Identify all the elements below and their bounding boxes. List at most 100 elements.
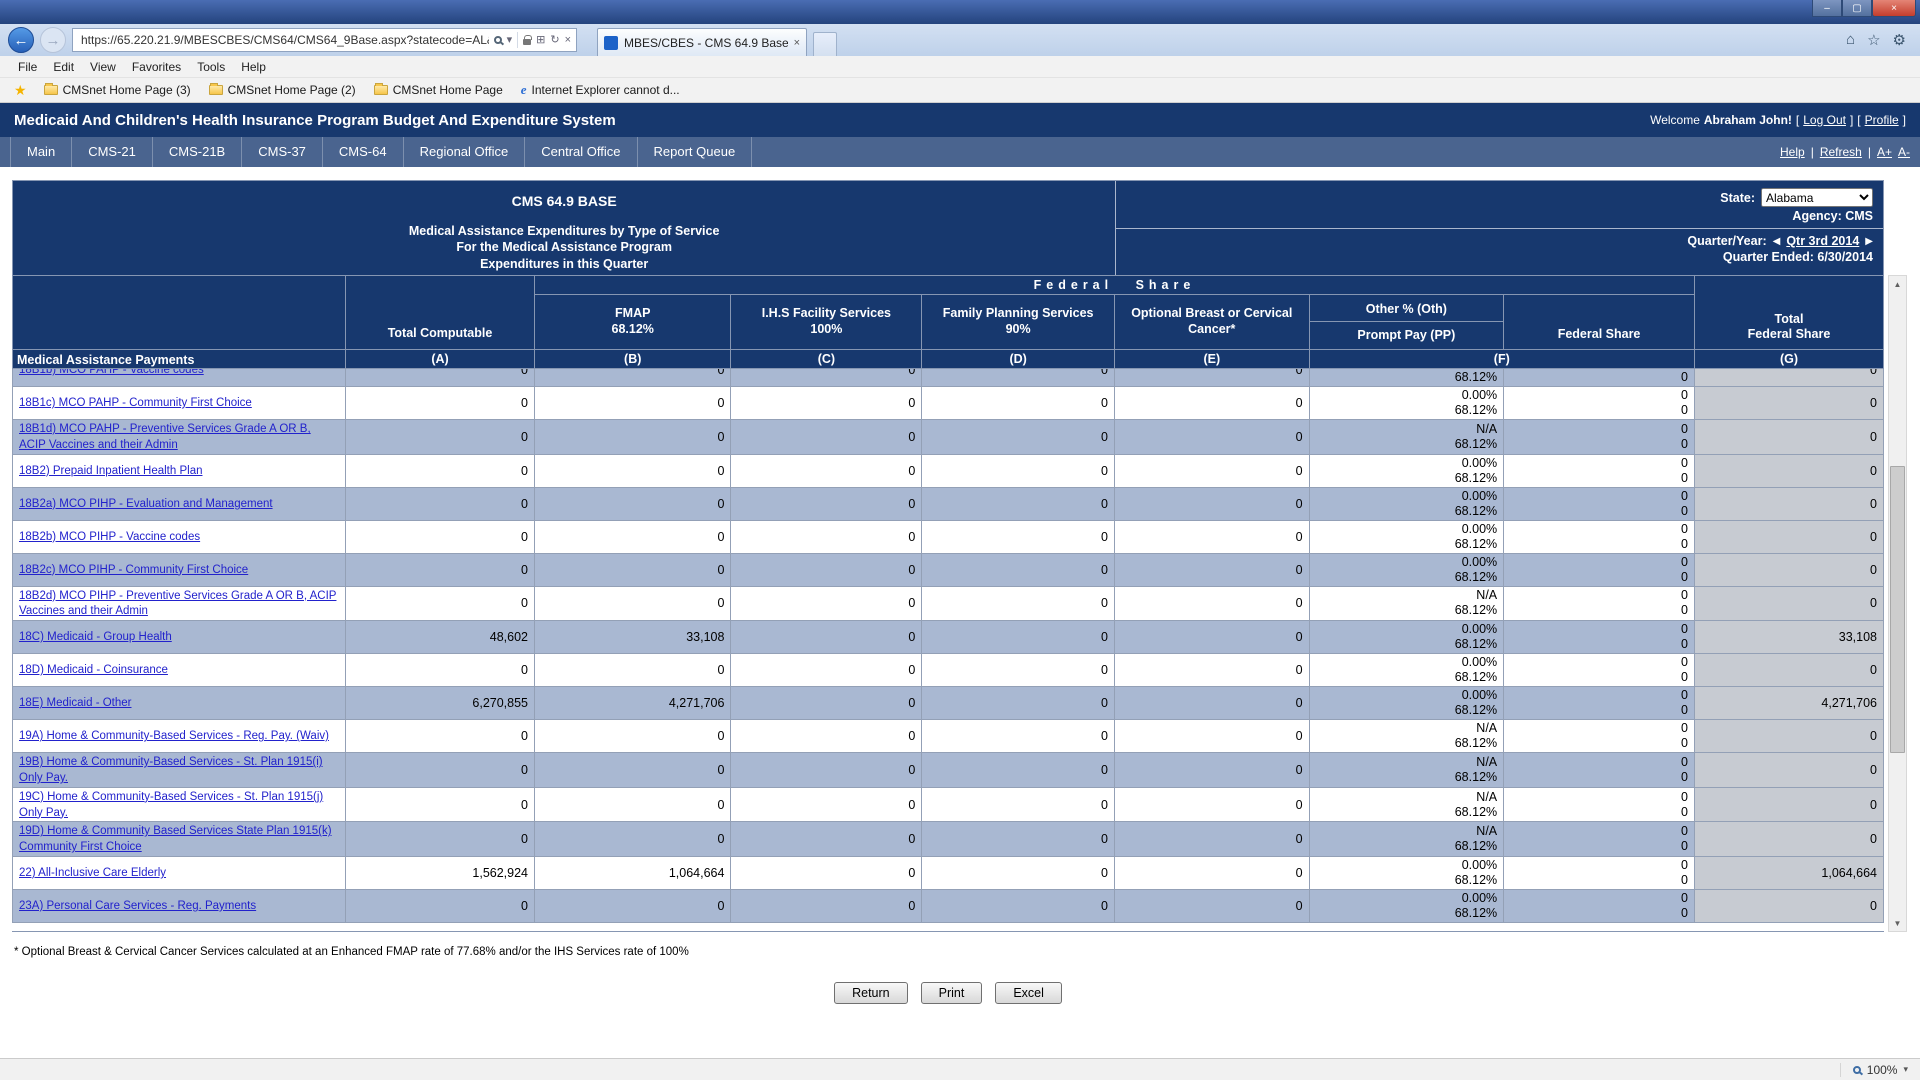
row-link[interactable]: 18B2a) MCO PIHP - Evaluation and Managem… bbox=[19, 498, 273, 510]
menu-item[interactable]: Edit bbox=[45, 58, 82, 76]
scroll-down-icon[interactable]: ▼ bbox=[1889, 915, 1906, 931]
nav-item-central-office[interactable]: Central Office bbox=[525, 137, 637, 167]
cell-federal-share: 00 bbox=[1504, 720, 1695, 753]
font-decrease-link[interactable]: A- bbox=[1898, 145, 1910, 159]
security-lock-icon[interactable] bbox=[523, 39, 531, 45]
home-icon[interactable]: ⌂ bbox=[1846, 31, 1855, 49]
url-text[interactable]: https://65.220.21.9/MBESCBES/CMS64/CMS64… bbox=[81, 33, 489, 47]
scrollbar-thumb[interactable] bbox=[1890, 466, 1905, 753]
stop-icon[interactable]: × bbox=[565, 35, 571, 46]
col-letter-c: (C) bbox=[731, 350, 922, 369]
row-link[interactable]: 18E) Medicaid - Other bbox=[19, 697, 132, 709]
menu-item[interactable]: File bbox=[10, 58, 45, 76]
cell-b: 0 bbox=[535, 787, 731, 822]
browser-tab[interactable]: MBES/CBES - CMS 64.9 Base × bbox=[597, 28, 807, 56]
row-label-cell: 18B1b) MCO PAHP - Vaccine codes bbox=[13, 369, 346, 387]
cell-c: 0 bbox=[731, 889, 922, 922]
favorites-item-label: CMSnet Home Page (3) bbox=[63, 83, 191, 97]
row-link[interactable]: 19C) Home & Community-Based Services - S… bbox=[19, 791, 323, 819]
favorites-star-icon[interactable]: ☆ bbox=[1867, 31, 1880, 49]
scrollbar-track[interactable] bbox=[1889, 292, 1906, 915]
report-title: CMS 64.9 BASE bbox=[13, 193, 1115, 209]
font-increase-link[interactable]: A+ bbox=[1877, 145, 1892, 159]
row-link[interactable]: 22) All-Inclusive Care Elderly bbox=[19, 867, 166, 879]
nav-item-report-queue[interactable]: Report Queue bbox=[638, 137, 753, 167]
scroll-up-icon[interactable]: ▲ bbox=[1889, 276, 1906, 292]
row-link[interactable]: 18B2b) MCO PIHP - Vaccine codes bbox=[19, 531, 200, 543]
row-link[interactable]: 19B) Home & Community-Based Services - S… bbox=[19, 756, 323, 784]
search-icon[interactable] bbox=[494, 36, 502, 44]
cell-b: 0 bbox=[535, 586, 731, 621]
row-link[interactable]: 18B2d) MCO PIHP - Preventive Services Gr… bbox=[19, 590, 336, 618]
menu-bar: FileEditViewFavoritesToolsHelp bbox=[0, 56, 1920, 78]
nav-item-cms-21b[interactable]: CMS-21B bbox=[153, 137, 242, 167]
row-link[interactable]: 19A) Home & Community-Based Services - R… bbox=[19, 730, 329, 742]
nav-item-regional-office[interactable]: Regional Office bbox=[404, 137, 526, 167]
row-link[interactable]: 18B2c) MCO PIHP - Community First Choice bbox=[19, 564, 248, 576]
menu-item[interactable]: View bbox=[82, 58, 124, 76]
help-link[interactable]: Help bbox=[1780, 145, 1805, 159]
return-button[interactable]: Return bbox=[834, 982, 908, 1004]
table-row: 18B2a) MCO PIHP - Evaluation and Managem… bbox=[13, 487, 1884, 520]
row-link[interactable]: 18C) Medicaid - Group Health bbox=[19, 631, 172, 643]
back-button[interactable]: ← bbox=[8, 27, 34, 53]
nav-item-cms-37[interactable]: CMS-37 bbox=[242, 137, 323, 167]
menu-item[interactable]: Help bbox=[233, 58, 274, 76]
excel-button[interactable]: Excel bbox=[995, 982, 1062, 1004]
new-tab-button[interactable] bbox=[813, 32, 837, 56]
nav-item-main[interactable]: Main bbox=[10, 137, 72, 167]
row-link[interactable]: 18B1d) MCO PAHP - Preventive Services Gr… bbox=[19, 423, 311, 451]
quarter-next-icon[interactable]: ▶ bbox=[1865, 236, 1873, 247]
address-bar[interactable]: https://65.220.21.9/MBESCBES/CMS64/CMS64… bbox=[72, 28, 577, 52]
row-link[interactable]: 19D) Home & Community Based Services Sta… bbox=[19, 825, 332, 853]
favorites-bar-item[interactable]: CMSnet Home Page (3) bbox=[35, 80, 200, 100]
quarter-prev-icon[interactable]: ◀ bbox=[1773, 236, 1781, 247]
address-dropdown-icon[interactable]: ▾ bbox=[507, 35, 513, 46]
nav-item-cms-21[interactable]: CMS-21 bbox=[72, 137, 153, 167]
zoom-dropdown-icon[interactable]: ▾ bbox=[1903, 1064, 1908, 1075]
state-select[interactable]: Alabama bbox=[1761, 188, 1873, 207]
close-button[interactable]: × bbox=[1872, 0, 1916, 17]
minimize-button[interactable]: – bbox=[1812, 0, 1842, 17]
cell-d: 0 bbox=[922, 553, 1115, 586]
folder-icon bbox=[209, 85, 223, 95]
cell-federal-share: 00 bbox=[1504, 586, 1695, 621]
cell-a: 0 bbox=[346, 889, 535, 922]
favorites-bar-star-icon[interactable]: ★ bbox=[8, 82, 33, 99]
nav-item-cms-64[interactable]: CMS-64 bbox=[323, 137, 404, 167]
row-link[interactable]: 18B1b) MCO PAHP - Vaccine codes bbox=[19, 369, 204, 376]
cell-e: 0 bbox=[1114, 822, 1309, 857]
browser-title-bar: – ▢ × bbox=[0, 0, 1920, 24]
cell-d: 0 bbox=[922, 822, 1115, 857]
compatibility-view-icon[interactable]: ⊞ bbox=[536, 35, 545, 46]
cell-b: 0 bbox=[535, 822, 731, 857]
table-row: 19B) Home & Community-Based Services - S… bbox=[13, 753, 1884, 788]
row-link[interactable]: 18B1c) MCO PAHP - Community First Choice bbox=[19, 397, 252, 409]
cell-a: 6,270,855 bbox=[346, 687, 535, 720]
cell-total-federal-share: 0 bbox=[1694, 387, 1883, 420]
row-link[interactable]: 23A) Personal Care Services - Reg. Payme… bbox=[19, 900, 256, 912]
refresh-link[interactable]: Refresh bbox=[1820, 145, 1862, 159]
logout-link[interactable]: Log Out bbox=[1803, 113, 1846, 127]
col-header-total-federal-share: Total Federal Share bbox=[1694, 276, 1883, 350]
favorites-bar-item[interactable]: CMSnet Home Page bbox=[365, 80, 512, 100]
forward-button[interactable]: → bbox=[40, 27, 66, 53]
favorites-bar-item[interactable]: eInternet Explorer cannot d... bbox=[512, 80, 689, 100]
gear-icon[interactable]: ⚙ bbox=[1893, 31, 1906, 49]
row-link[interactable]: 18B2) Prepaid Inpatient Health Plan bbox=[19, 465, 202, 477]
tab-close-icon[interactable]: × bbox=[794, 37, 800, 49]
zoom-control[interactable]: 100% ▾ bbox=[1840, 1063, 1908, 1077]
print-button[interactable]: Print bbox=[921, 982, 983, 1004]
quarter-link[interactable]: Qtr 3rd 2014 bbox=[1786, 234, 1859, 248]
maximize-button[interactable]: ▢ bbox=[1842, 0, 1872, 17]
footnote: * Optional Breast & Cervical Cancer Serv… bbox=[14, 946, 1884, 958]
profile-link[interactable]: Profile bbox=[1865, 113, 1899, 127]
row-link[interactable]: 18D) Medicaid - Coinsurance bbox=[19, 664, 168, 676]
menu-item[interactable]: Tools bbox=[189, 58, 233, 76]
report-table-body: 18B1b) MCO PAHP - Vaccine codes000000.00… bbox=[13, 369, 1884, 922]
refresh-icon[interactable]: ↻ bbox=[550, 35, 559, 46]
menu-item[interactable]: Favorites bbox=[124, 58, 189, 76]
favorites-bar-item[interactable]: CMSnet Home Page (2) bbox=[200, 80, 365, 100]
cell-total-federal-share: 0 bbox=[1694, 369, 1883, 387]
table-scrollbar[interactable]: ▲ ▼ bbox=[1888, 275, 1907, 932]
